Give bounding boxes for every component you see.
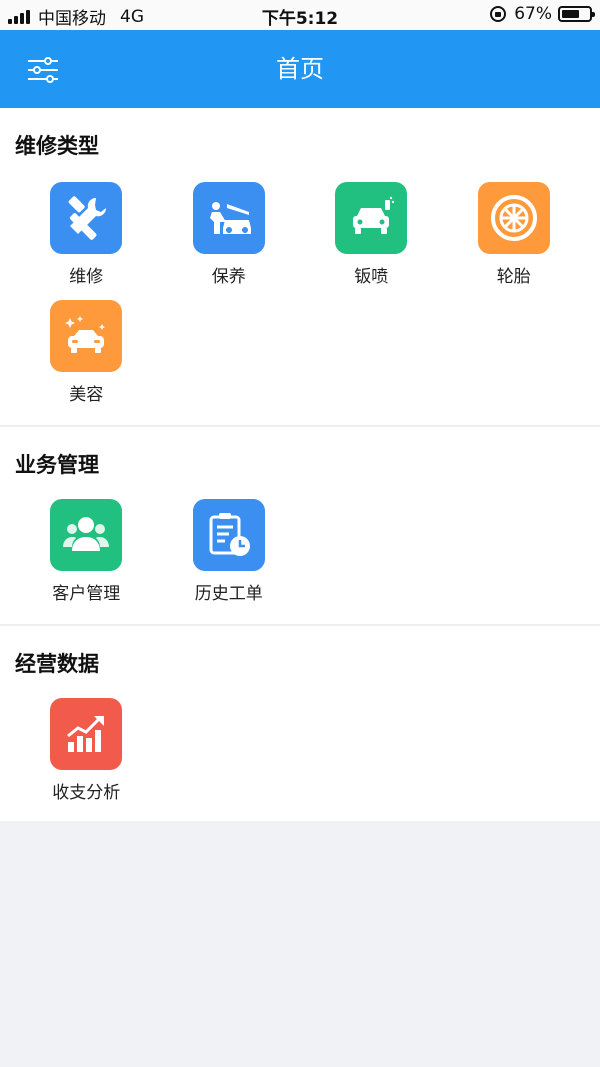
section-repair-types: 维修类型 维修 保养 钣喷 轮胎 美容 xyxy=(0,108,600,425)
beauty-item[interactable]: 美容 xyxy=(15,300,158,418)
battery-percent: 67% xyxy=(514,4,552,24)
status-right: 67% xyxy=(490,4,595,24)
income-expense-analysis-item[interactable]: 收支分析 xyxy=(15,698,158,804)
history-orders-item[interactable]: 历史工单 xyxy=(158,499,301,605)
section-title: 维修类型 xyxy=(15,134,99,158)
status-bar: 中国移动 4G 下午5:12 67% xyxy=(0,0,600,30)
item-label: 收支分析 xyxy=(52,783,121,803)
settings-menu-button[interactable] xyxy=(26,56,60,84)
car-spray-icon xyxy=(353,196,395,234)
car-hood-service-icon xyxy=(209,202,251,234)
users-icon xyxy=(63,517,110,551)
customer-management-item[interactable]: 客户管理 xyxy=(15,499,158,605)
maintenance-item[interactable]: 保养 xyxy=(158,182,301,300)
car-sparkle-icon xyxy=(65,316,106,353)
home-content: 维修类型 维修 保养 钣喷 轮胎 美容 业务管理 客户管理 历史工单 经营数据 … xyxy=(0,108,600,821)
item-label: 历史工单 xyxy=(194,584,263,604)
clipboard-clock-icon xyxy=(209,513,250,556)
repair-item[interactable]: 维修 xyxy=(15,182,158,300)
page-title: 首页 xyxy=(276,55,324,83)
section-title: 业务管理 xyxy=(15,453,99,477)
section-business-management: 业务管理 客户管理 历史工单 xyxy=(0,425,600,624)
item-label: 轮胎 xyxy=(496,267,531,287)
bar-chart-up-icon xyxy=(67,716,105,752)
tire-icon xyxy=(490,195,537,241)
section-operating-data: 经营数据 收支分析 xyxy=(0,624,600,821)
body-paint-item[interactable]: 钣喷 xyxy=(300,182,443,300)
tools-icon xyxy=(68,196,107,240)
battery-icon xyxy=(558,6,595,22)
nav-bar: 首页 xyxy=(0,30,600,108)
sliders-icon xyxy=(28,57,58,83)
tire-item[interactable]: 轮胎 xyxy=(443,182,586,300)
item-label: 保养 xyxy=(211,267,246,287)
section-title: 经营数据 xyxy=(15,652,99,676)
item-label: 美容 xyxy=(69,385,104,405)
item-label: 客户管理 xyxy=(52,584,121,604)
rotation-lock-icon xyxy=(490,6,507,22)
item-label: 钣喷 xyxy=(354,267,389,287)
item-label: 维修 xyxy=(69,267,104,287)
